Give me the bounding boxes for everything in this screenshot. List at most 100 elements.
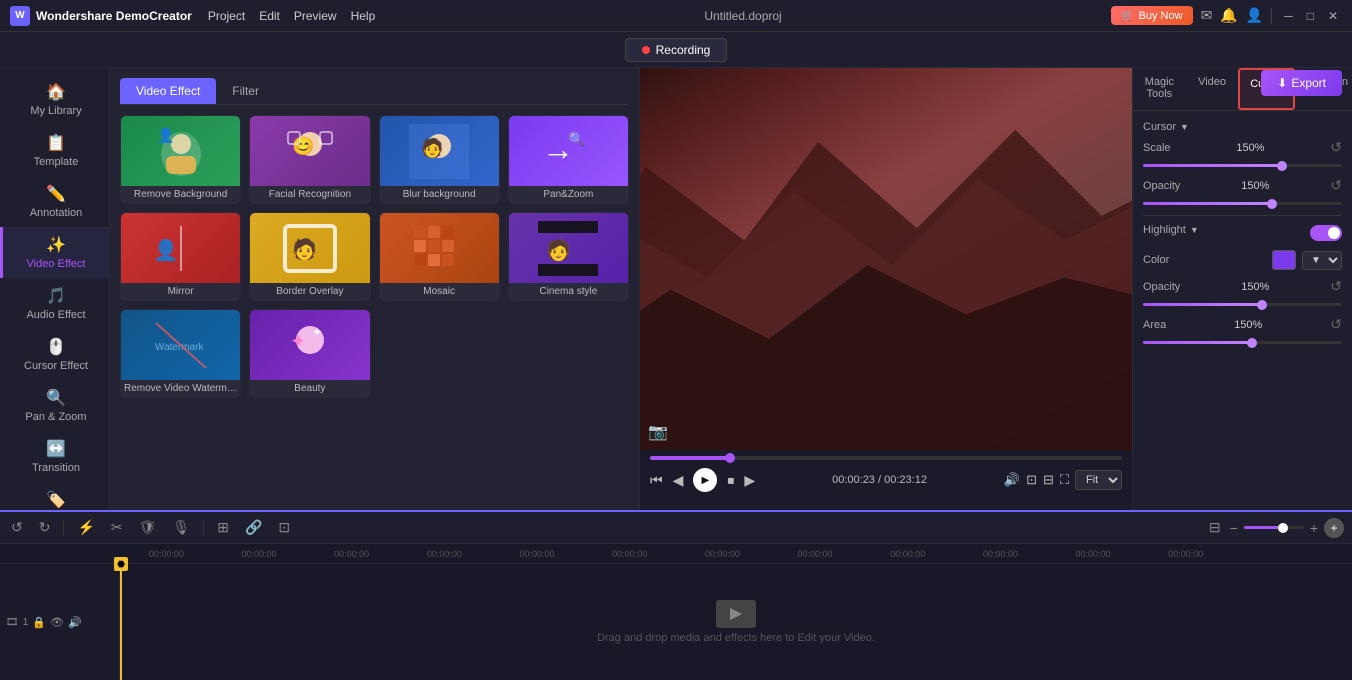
brand-icon: 🏷️: [46, 490, 66, 510]
sidebar-item-audio-effect[interactable]: 🎵 Audio Effect: [0, 278, 109, 329]
highlight-opacity-thumb[interactable]: [1257, 300, 1267, 310]
sidebar-item-cursor-effect[interactable]: 🖱️ Cursor Effect: [0, 329, 109, 380]
effect-mosaic[interactable]: Mosaic: [379, 212, 500, 301]
progress-bar[interactable]: [650, 456, 1122, 460]
highlight-toggle[interactable]: [1310, 225, 1342, 241]
topbar-left: W Wondershare DemoCreator Project Edit P…: [10, 6, 375, 26]
menu-project[interactable]: Project: [208, 9, 245, 23]
effect-border-overlay[interactable]: 🧑 Border Overlay: [249, 212, 370, 301]
tab-video[interactable]: Video: [1186, 68, 1239, 110]
audio-track-icon[interactable]: 🔊: [68, 616, 82, 629]
cursor-dropdown-arrow[interactable]: ▼: [1180, 122, 1189, 132]
scale-slider-thumb[interactable]: [1277, 161, 1287, 171]
mic-button[interactable]: 🎙: [169, 516, 193, 539]
tab-filter[interactable]: Filter: [216, 78, 275, 104]
opacity-slider-thumb[interactable]: [1267, 199, 1277, 209]
close-button[interactable]: ✕: [1324, 7, 1342, 25]
layers-button[interactable]: ⊞: [214, 516, 232, 539]
effect-blur-bg[interactable]: 🧑 Blur background: [379, 115, 500, 204]
effect-remove-watermark[interactable]: Watermark Remove Video Watermark: [120, 309, 241, 398]
effects-grid: 👤 Remove Background 😊 Facial Recognition…: [120, 115, 629, 398]
effect-thumb-mirror: 👤👤: [121, 213, 240, 283]
split-button[interactable]: ⚡: [74, 516, 97, 539]
rewind-button[interactable]: ⏮: [650, 472, 663, 489]
link-button[interactable]: 🔗: [242, 516, 265, 539]
track-area[interactable]: ⬣ Drag and drop media and effects here t…: [120, 564, 1352, 680]
opacity-reset-button[interactable]: ↺: [1330, 177, 1342, 194]
crop-icon[interactable]: ⊟: [1043, 472, 1054, 488]
zoom-plus-button[interactable]: +: [1310, 520, 1318, 536]
buy-now-button[interactable]: 🛒 Buy Now: [1111, 6, 1193, 25]
recording-button[interactable]: Recording: [625, 38, 728, 62]
area-slider-thumb[interactable]: [1247, 338, 1257, 348]
sidebar-label-audio-effect: Audio Effect: [26, 309, 85, 321]
export-button[interactable]: ⬇ Export: [1261, 70, 1342, 96]
svg-text:✦: ✦: [290, 331, 307, 353]
area-label: Area: [1143, 319, 1166, 331]
fit-select[interactable]: Fit: [1075, 470, 1122, 490]
lock-icon[interactable]: 🔒: [32, 616, 46, 629]
sidebar-item-template[interactable]: 📋 Template: [0, 125, 109, 176]
zoom-minus-button[interactable]: −: [1230, 520, 1238, 536]
buy-now-label: Buy Now: [1139, 10, 1183, 22]
fit-timeline-button[interactable]: ⊟: [1206, 516, 1224, 539]
tab-video-effect[interactable]: Video Effect: [120, 78, 216, 104]
svg-text:✦: ✦: [312, 325, 322, 339]
play-button[interactable]: ▶: [693, 468, 717, 492]
track-film-icon: 🎞: [6, 617, 19, 628]
trim-button[interactable]: ✂: [108, 516, 126, 539]
step-back-button[interactable]: ◀: [673, 472, 684, 489]
bell-icon[interactable]: 🔔: [1220, 7, 1237, 24]
scale-slider[interactable]: [1143, 164, 1342, 167]
effects-panel: Video Effect Filter 👤 Remove Background …: [110, 68, 640, 510]
color-dropdown[interactable]: ▼: [1302, 251, 1342, 270]
sidebar-item-pan-zoom[interactable]: 🔍 Pan & Zoom: [0, 380, 109, 431]
opacity-slider[interactable]: [1143, 202, 1342, 205]
menu-help[interactable]: Help: [351, 9, 376, 23]
scale-reset-button[interactable]: ↺: [1330, 139, 1342, 156]
visibility-icon[interactable]: 👁: [50, 616, 64, 629]
menu-preview[interactable]: Preview: [294, 9, 337, 23]
fullscreen-icon[interactable]: ⛶: [1060, 472, 1069, 488]
minimize-button[interactable]: ─: [1280, 7, 1297, 25]
screenshot-icon[interactable]: 📷: [648, 422, 668, 442]
menu-edit[interactable]: Edit: [259, 9, 280, 23]
right-panel: Magic Tools Video Cursor Animation Curso…: [1132, 68, 1352, 510]
sidebar-item-annotation[interactable]: ✏️ Annotation: [0, 176, 109, 227]
sidebar-item-transition[interactable]: ↔️ Transition: [0, 431, 109, 482]
step-forward-button[interactable]: ▶: [744, 472, 755, 489]
stop-button[interactable]: ⏹: [727, 472, 734, 489]
effect-label-cinema: Cinema style: [509, 283, 628, 300]
area-reset-button[interactable]: ↺: [1330, 316, 1342, 333]
sidebar-item-video-effect[interactable]: ✨ Video Effect: [0, 227, 109, 278]
undo-button[interactable]: ↺: [8, 516, 26, 539]
effect-mirror[interactable]: 👤👤 Mirror: [120, 212, 241, 301]
area-slider[interactable]: [1143, 341, 1342, 344]
user-icon[interactable]: 👤: [1246, 7, 1263, 24]
shield-button[interactable]: 🛡: [136, 516, 160, 539]
subtitle-icon[interactable]: ⊡: [1026, 472, 1037, 488]
playhead[interactable]: ⬣: [120, 564, 122, 680]
mail-icon[interactable]: ✉: [1201, 7, 1213, 24]
redo-button[interactable]: ↻: [36, 516, 54, 539]
effect-facial-rec[interactable]: 😊 Facial Recognition: [249, 115, 370, 204]
volume-icon[interactable]: 🔊: [1004, 472, 1020, 488]
zoom-thumb[interactable]: [1278, 523, 1288, 533]
add-track-button[interactable]: +: [1324, 518, 1344, 538]
sidebar-item-my-library[interactable]: 🏠 My Library: [0, 74, 109, 125]
highlight-opacity-slider[interactable]: [1143, 303, 1342, 306]
progress-thumb[interactable]: [725, 453, 735, 463]
group-button[interactable]: ⊡: [275, 516, 293, 539]
effect-cinema[interactable]: 🧑 Cinema style: [508, 212, 629, 301]
highlight-dropdown-arrow[interactable]: ▼: [1190, 225, 1199, 235]
playhead-handle[interactable]: ⬣: [114, 557, 128, 571]
highlight-opacity-reset[interactable]: ↺: [1330, 278, 1342, 295]
divider: [1271, 8, 1272, 24]
effect-beauty[interactable]: ✦✦ Beauty: [249, 309, 370, 398]
effect-remove-bg[interactable]: 👤 Remove Background: [120, 115, 241, 204]
color-swatch[interactable]: [1272, 250, 1296, 270]
maximize-button[interactable]: □: [1303, 7, 1318, 25]
annotation-icon: ✏️: [46, 184, 66, 204]
tab-magic-tools[interactable]: Magic Tools: [1133, 68, 1186, 110]
effect-pan-zoom[interactable]: →🔍 Pan&Zoom: [508, 115, 629, 204]
